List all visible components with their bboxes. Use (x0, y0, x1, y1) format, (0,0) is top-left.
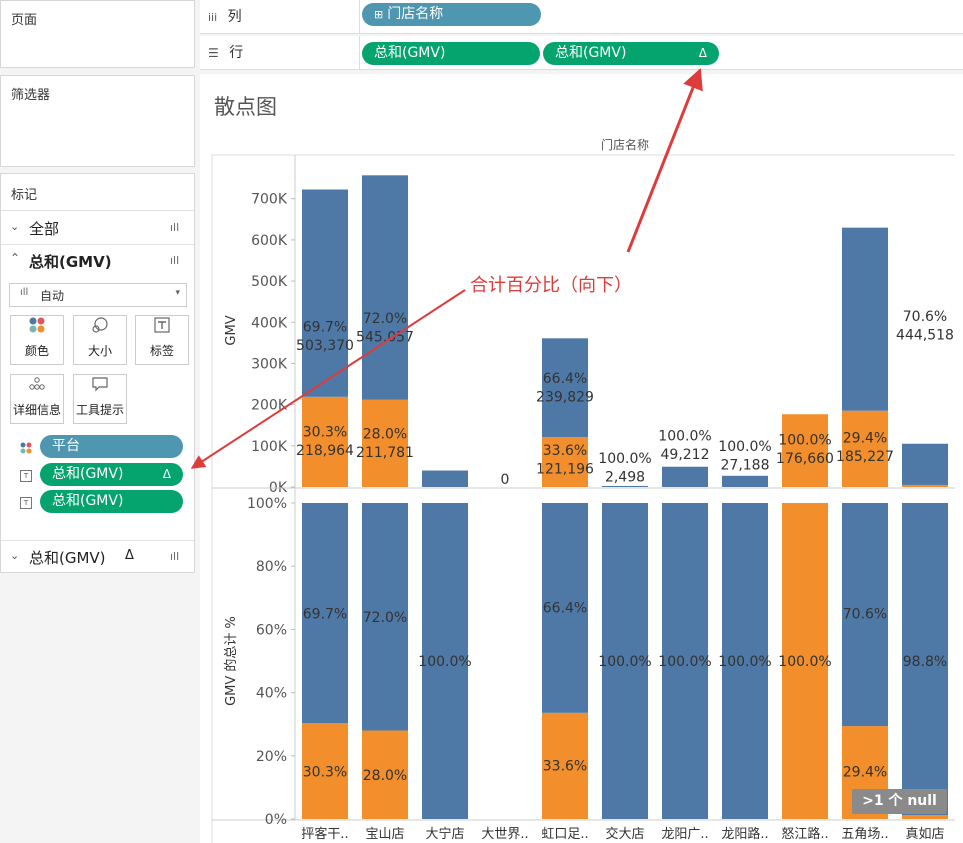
detail-card[interactable]: 详细信息 (10, 374, 64, 424)
expand-icon: ⊞ (374, 8, 384, 21)
filters-title: 筛选器 (11, 88, 51, 103)
marks-gmv-row[interactable]: ⌃ 总和(GMV) ıll (1, 250, 194, 276)
bar-chart-icon: ıll (20, 287, 29, 298)
marks-panel: 标记 ⌄ 全部 ıll ⌃ 总和(GMV) ıll ıll 自动 ▾ 颜色 大小… (0, 173, 195, 573)
rows-gmv-pill-label: 总和(GMV) (374, 45, 446, 61)
platform-pill-label: 平台 (52, 438, 80, 454)
rows-gmv-pill-2[interactable]: 总和(GMV) Δ (543, 42, 719, 65)
label-card[interactable]: 标签 (135, 315, 189, 365)
platform-pill[interactable]: 平台 (40, 435, 183, 458)
columns-icon: iii (208, 11, 218, 24)
chevron-down-icon: ⌄ (10, 220, 20, 233)
text-label-icon (136, 316, 188, 342)
rows-shelf[interactable]: ☰ 行 总和(GMV) 总和(GMV) Δ (200, 36, 963, 70)
rows-gmv-pill-label: 总和(GMV) (555, 45, 627, 61)
columns-shelf-label: iii 列 (200, 0, 360, 33)
text-label-icon: T (20, 470, 32, 482)
pages-panel: 页面 (0, 0, 195, 68)
size-label: 大小 (87, 344, 112, 358)
null-badge-text: >1 个 null (862, 793, 937, 809)
store-name-pill-label: 门店名称 (387, 6, 444, 22)
gmv-pill-label: 总和(GMV) (52, 466, 124, 482)
rows-icon: ☰ (208, 46, 219, 60)
marks-gmv2-row[interactable]: ⌄ 总和(GMV) Δ ıll (1, 546, 194, 572)
chevron-down-icon: ⌄ (10, 549, 20, 562)
marks-all-row[interactable]: ⌄ 全部 ıll (1, 217, 194, 243)
bar-chart-icon: ıll (170, 254, 180, 267)
size-icon (74, 316, 126, 342)
mark-type-value: 自动 (40, 289, 65, 303)
rows-shelf-label: ☰ 行 (200, 36, 360, 69)
marks-gmv-label: 总和(GMV) (29, 253, 112, 271)
text-label-icon: T (20, 497, 32, 509)
chevron-up-icon: ⌃ (10, 251, 21, 265)
columns-label: 列 (227, 9, 242, 25)
dropdown-arrow-icon: ▾ (175, 288, 180, 298)
marks-gmv2-label: 总和(GMV) (29, 549, 106, 567)
rows-gmv-pill-1[interactable]: 总和(GMV) (362, 42, 540, 65)
mark-type-dropdown[interactable]: ıll 自动 ▾ (9, 283, 187, 307)
color-icon (11, 316, 63, 342)
detail-icon (11, 375, 63, 401)
tooltip-label: 工具提示 (75, 403, 124, 417)
color-label: 颜色 (24, 344, 49, 358)
sheet-title: 散点图 (214, 95, 277, 119)
marks-title: 标记 (11, 188, 38, 203)
view-area: 散点图 (200, 74, 963, 843)
color-card[interactable]: 颜色 (10, 315, 64, 365)
gmv-label-pill[interactable]: 总和(GMV) (40, 490, 183, 513)
bar-chart-icon: ıll (170, 550, 180, 563)
detail-label: 详细信息 (12, 403, 61, 417)
gmv-label-pill-delta[interactable]: 总和(GMV) Δ (40, 463, 183, 486)
store-name-pill[interactable]: ⊞ 门店名称 (362, 3, 541, 26)
color-dots-icon (20, 439, 32, 458)
tooltip-card[interactable]: 工具提示 (73, 374, 127, 424)
null-badge[interactable]: >1 个 null (852, 789, 947, 814)
tooltip-icon (74, 375, 126, 401)
delta-icon: Δ (125, 548, 134, 563)
rows-label: 行 (229, 45, 244, 61)
size-card[interactable]: 大小 (73, 315, 127, 365)
filters-panel[interactable]: 筛选器 (0, 75, 195, 167)
delta-icon: Δ (162, 467, 171, 481)
delta-icon: Δ (698, 46, 707, 60)
marks-all-label: 全部 (29, 220, 60, 238)
label-label: 标签 (149, 344, 174, 358)
pages-title: 页面 (11, 13, 38, 28)
bar-chart-icon: ıll (170, 221, 180, 234)
columns-shelf[interactable]: iii 列 ⊞ 门店名称 (200, 0, 963, 34)
gmv-pill-label: 总和(GMV) (52, 493, 124, 509)
